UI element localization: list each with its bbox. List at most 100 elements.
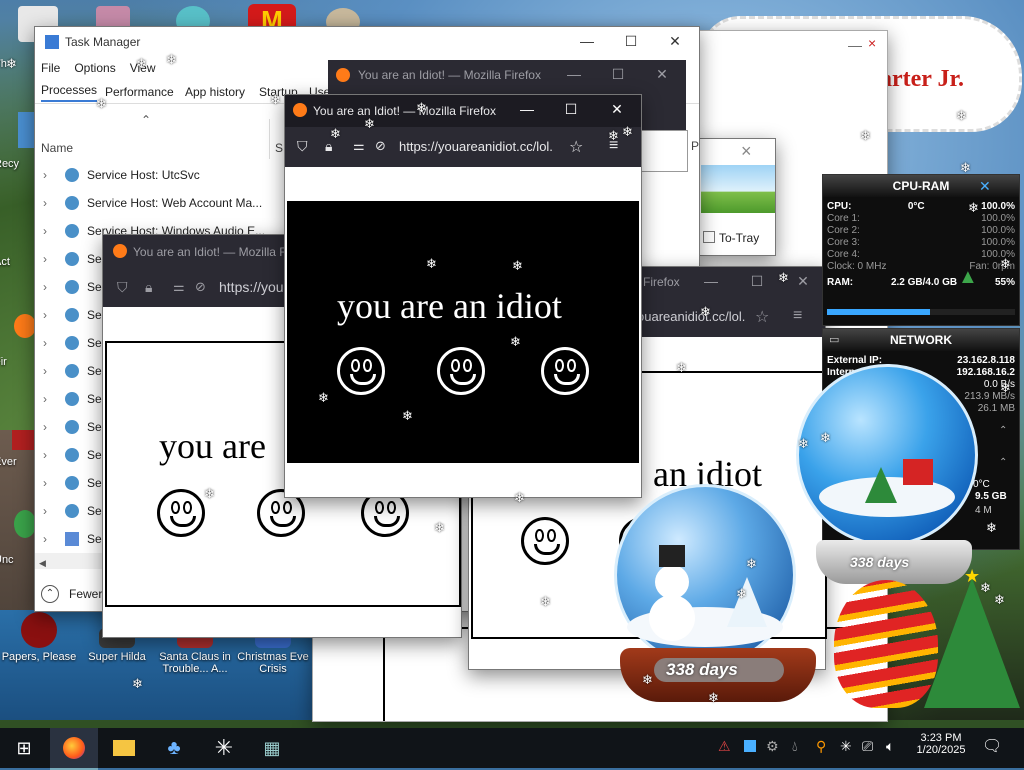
desktop-edge-label[interactable]: Th	[0, 58, 34, 70]
collapse-icon[interactable]: ⌃	[999, 425, 1007, 436]
expand-chevron-icon[interactable]: ›	[43, 532, 55, 546]
lock-icon[interactable]: 🔒︎	[145, 279, 152, 296]
close-button[interactable]: ✕	[781, 273, 825, 290]
maximize-button[interactable]: ☐	[609, 33, 653, 50]
tray-icon[interactable]: ⚙	[766, 738, 779, 755]
expand-chevron-icon[interactable]: ›	[43, 224, 55, 238]
lock-icon[interactable]: 🔒︎	[325, 138, 332, 155]
snow-globe-left[interactable]	[614, 484, 796, 666]
gear-icon	[65, 336, 79, 350]
firefox-window-front[interactable]: You are an Idiot! — Mozilla Firefox — ☐ …	[284, 94, 642, 498]
minimize-button[interactable]: —	[565, 33, 609, 49]
column-name[interactable]: Name	[41, 141, 73, 155]
idiot-frame-inverted	[287, 201, 639, 463]
taskbar-firefox[interactable]	[50, 728, 98, 770]
maximize-button[interactable]: ☐	[596, 66, 640, 83]
taskbar-app[interactable]: ♣	[150, 728, 198, 768]
url-bar[interactable]: https://youareanidiot.cc/lol.	[399, 139, 553, 154]
sort-chevron-icon[interactable]: ⌃	[141, 113, 151, 127]
expand-chevron-icon[interactable]: ›	[43, 476, 55, 490]
bookmark-star-icon[interactable]: ☆	[755, 307, 769, 327]
tab-app-history[interactable]: App history	[185, 85, 245, 99]
fewer-details-link[interactable]: Fewer	[69, 587, 102, 601]
expand-chevron-icon[interactable]: ›	[43, 420, 55, 434]
to-tray-dialog[interactable]: × To-Tray	[696, 138, 776, 256]
close-button[interactable]: ✕	[653, 33, 697, 50]
close-icon[interactable]: ×	[868, 35, 876, 51]
volume-icon[interactable]: 🔈︎	[886, 738, 894, 755]
close-button[interactable]: ✕	[640, 66, 684, 83]
tray-icon[interactable]	[744, 740, 756, 752]
expand-chevron-icon[interactable]: ›	[43, 252, 55, 266]
menu-options[interactable]: Options	[74, 61, 115, 75]
close-button[interactable]: ✕	[595, 101, 639, 118]
desktop-edge-label[interactable]: Act	[0, 256, 34, 268]
to-tray-label[interactable]: To-Tray	[719, 231, 759, 245]
maximize-button[interactable]: ☐	[549, 101, 593, 118]
menu-hamburger-icon[interactable]: ≡	[793, 307, 802, 325]
desktop-edge-label[interactable]: Recy	[0, 158, 34, 170]
menu-view[interactable]: View	[130, 61, 156, 75]
desktop-edge-label[interactable]: Fir	[0, 356, 34, 368]
taskbar-file-explorer[interactable]	[100, 728, 148, 768]
cpu-ram-gadget[interactable]: CPU-RAM ✕ CPU: 0°C 100.0% Core 1: 100.0% C…	[822, 174, 1020, 326]
minimize-icon[interactable]: —	[848, 37, 862, 53]
maximize-button[interactable]: ☐	[735, 273, 779, 290]
expand-chevron-icon[interactable]: ›	[43, 308, 55, 322]
notifications-icon[interactable]: 🗨︎	[982, 736, 1002, 756]
menu-file[interactable]: File	[41, 61, 60, 75]
firefox-desktop-icon[interactable]	[14, 314, 36, 338]
shield-icon[interactable]: ⛉	[117, 279, 128, 296]
tab-performance[interactable]: Performance	[105, 85, 174, 99]
expand-chevron-icon[interactable]: ›	[43, 504, 55, 518]
minimize-button[interactable]: —	[505, 101, 549, 117]
column-status[interactable]: S	[275, 141, 283, 155]
desktop-app-icon[interactable]	[12, 430, 34, 450]
tracking-icon[interactable]: ⊘	[195, 279, 206, 295]
snow-globe-right[interactable]	[796, 364, 978, 546]
gadget-tools-icon[interactable]: ✕	[979, 178, 991, 195]
bookmark-star-icon[interactable]: ☆	[569, 137, 583, 157]
process-row[interactable]: › Service Host: UtcSvc	[35, 161, 285, 189]
core-row: Core 1: 100.0%	[823, 213, 1019, 225]
permissions-icon[interactable]: ⚌	[353, 138, 365, 154]
droplet-icon[interactable]: 💧︎	[792, 738, 798, 755]
url-bar[interactable]: ouareanidiot.cc/lol.	[637, 309, 745, 324]
minimize-button[interactable]: —	[552, 66, 596, 82]
desktop-icon-label: Christmas Eve Crisis	[237, 651, 309, 675]
desktop-app-icon[interactable]	[14, 510, 36, 538]
expand-chevron-icon[interactable]: ›	[43, 280, 55, 294]
desktop-edge-label[interactable]: Ever	[0, 456, 34, 468]
to-tray-icon[interactable]	[703, 231, 715, 243]
network-icon[interactable]: ⎚	[862, 738, 873, 755]
taskbar-app[interactable]: ▦	[248, 728, 296, 768]
shield-icon[interactable]: ⛉	[297, 138, 308, 155]
search-tray-icon[interactable]: ⚲	[816, 738, 826, 755]
expand-chevron-icon[interactable]: ›	[43, 196, 55, 210]
scroll-left-icon[interactable]: ◀	[39, 558, 46, 568]
tracking-icon[interactable]: ⊘	[375, 138, 386, 154]
window-title: You are an Idiot! — Mozilla Firefox	[313, 104, 496, 118]
expand-chevron-icon[interactable]: ›	[43, 392, 55, 406]
menu-hamburger-icon[interactable]: ≡	[609, 137, 618, 155]
close-icon[interactable]: ×	[741, 141, 752, 162]
start-button[interactable]: ⊞	[0, 728, 48, 768]
tray-icon[interactable]: ⚠	[718, 738, 731, 755]
desktop-icon-papers-please[interactable]: Papers, Please	[0, 612, 78, 663]
firefox-titlebar[interactable]: You are an Idiot! — Mozilla Firefox — ☐ …	[285, 95, 641, 127]
expand-chevron-icon[interactable]: ›	[43, 448, 55, 462]
process-row[interactable]: › Service Host: Web Account Ma...	[35, 189, 285, 217]
fewer-details-icon[interactable]: ⌃	[41, 585, 59, 603]
expand-chevron-icon[interactable]: ›	[43, 364, 55, 378]
asterisk-tray-icon[interactable]: ✳	[840, 738, 852, 755]
expand-chevron-icon[interactable]: ›	[43, 168, 55, 182]
permissions-icon[interactable]: ⚌	[173, 279, 185, 295]
minimize-button[interactable]: —	[689, 273, 733, 289]
expand-chevron-icon[interactable]: ›	[43, 336, 55, 350]
desktop-edge-label[interactable]: Unc	[0, 554, 34, 566]
clock[interactable]: 3:23 PM 1/20/2025	[912, 732, 970, 756]
taskbar-app[interactable]: ✳	[200, 728, 248, 768]
tab-processes[interactable]: Processes	[41, 83, 98, 102]
url-bar[interactable]: https://you	[219, 279, 284, 295]
collapse-icon[interactable]: ⌃	[999, 457, 1007, 468]
